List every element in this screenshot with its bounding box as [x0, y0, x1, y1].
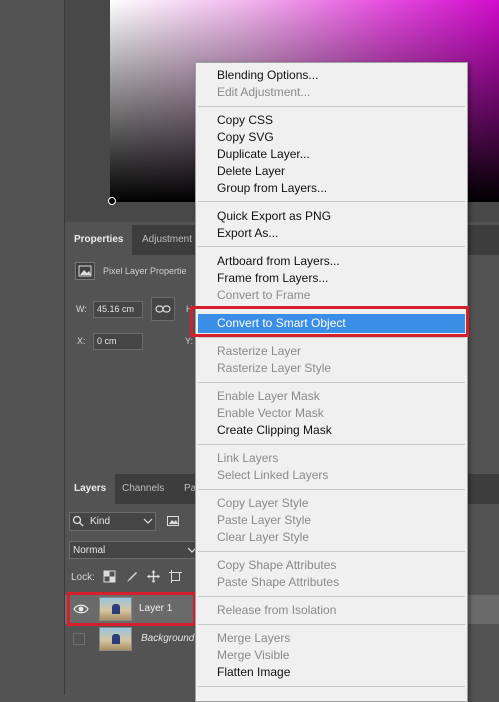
search-icon — [72, 515, 84, 527]
layer-context-menu: Blending Options... Edit Adjustment... C… — [195, 62, 468, 702]
y-label: Y: — [185, 336, 194, 346]
tab-properties[interactable]: Properties — [65, 225, 133, 255]
pixel-layer-properties-label: Pixel Layer Propertie — [103, 266, 187, 276]
menu-item-group-from-layers[interactable]: Group from Layers... — [217, 180, 327, 197]
menu-item-clear-layer-style[interactable]: Clear Layer Style — [217, 529, 309, 546]
menu-separator — [198, 686, 465, 687]
tab-layers[interactable]: Layers — [65, 474, 116, 504]
menu-item-enable-vector-mask[interactable]: Enable Vector Mask — [217, 405, 324, 422]
width-input[interactable]: 45.16 cm — [93, 301, 143, 318]
blend-mode-select[interactable]: Normal — [69, 541, 197, 559]
menu-item-merge-layers[interactable]: Merge Layers — [217, 630, 290, 647]
menu-item-create-clipping-mask[interactable]: Create Clipping Mask — [217, 422, 332, 439]
visibility-toggle-empty[interactable] — [73, 633, 85, 645]
chevron-down-icon — [143, 517, 153, 525]
menu-item-copy-shape-attributes[interactable]: Copy Shape Attributes — [217, 557, 336, 574]
menu-item-frame-from-layers[interactable]: Frame from Layers... — [217, 270, 328, 287]
menu-separator — [198, 201, 465, 202]
blend-mode-value: Normal — [73, 545, 106, 556]
lock-label: Lock: — [71, 572, 95, 583]
menu-separator — [198, 624, 465, 625]
menu-item-duplicate-layer[interactable]: Duplicate Layer... — [217, 146, 310, 163]
tab-channels[interactable]: Channels — [113, 474, 173, 504]
x-label: X: — [77, 336, 86, 346]
link-icon[interactable] — [151, 297, 175, 321]
filter-image-icon[interactable] — [166, 514, 180, 528]
menu-item-delete-layer[interactable]: Delete Layer — [217, 163, 285, 180]
menu-item-edit-adjustment[interactable]: Edit Adjustment... — [217, 84, 310, 101]
menu-item-quick-export-png[interactable]: Quick Export as PNG — [217, 208, 331, 225]
menu-separator — [198, 551, 465, 552]
lock-transparent-icon[interactable] — [103, 570, 116, 583]
menu-item-export-as[interactable]: Export As... — [217, 225, 278, 242]
menu-separator — [198, 382, 465, 383]
menu-item-merge-visible[interactable]: Merge Visible — [217, 647, 289, 664]
layer-thumbnail — [99, 627, 132, 651]
menu-item-copy-layer-style[interactable]: Copy Layer Style — [217, 495, 308, 512]
menu-item-copy-svg[interactable]: Copy SVG — [217, 129, 274, 146]
menu-item-select-linked-layers[interactable]: Select Linked Layers — [217, 467, 328, 484]
menu-separator — [198, 337, 465, 338]
lock-move-icon[interactable] — [147, 570, 160, 583]
menu-item-release-from-isolation[interactable]: Release from Isolation — [217, 602, 336, 619]
image-icon — [75, 262, 95, 280]
menu-item-rasterize-layer-style[interactable]: Rasterize Layer Style — [217, 360, 331, 377]
annotation-highlight-smart-object — [190, 306, 469, 337]
lock-artboard-icon[interactable] — [169, 570, 182, 583]
menu-item-paste-shape-attributes[interactable]: Paste Shape Attributes — [217, 574, 339, 591]
kind-filter-value: Kind — [90, 516, 111, 527]
menu-item-copy-css[interactable]: Copy CSS — [217, 112, 273, 129]
menu-item-flatten-image[interactable]: Flatten Image — [217, 664, 290, 681]
menu-separator — [198, 444, 465, 445]
menu-item-paste-layer-style[interactable]: Paste Layer Style — [217, 512, 311, 529]
menu-item-enable-layer-mask[interactable]: Enable Layer Mask — [217, 388, 320, 405]
menu-item-rasterize-layer[interactable]: Rasterize Layer — [217, 343, 301, 360]
menu-item-blending-options[interactable]: Blending Options... — [217, 67, 318, 84]
menu-separator — [198, 106, 465, 107]
menu-separator — [198, 596, 465, 597]
menu-item-convert-to-frame[interactable]: Convert to Frame — [217, 287, 310, 304]
left-tool-gutter — [0, 0, 65, 695]
lock-paint-icon[interactable] — [125, 570, 138, 583]
color-picker-handle[interactable] — [108, 197, 116, 205]
layer-name[interactable]: Background — [141, 633, 194, 644]
menu-item-link-layers[interactable]: Link Layers — [217, 450, 278, 467]
menu-separator — [198, 489, 465, 490]
menu-item-artboard-from-layers[interactable]: Artboard from Layers... — [217, 253, 340, 270]
tab-adjustments[interactable]: Adjustment — [133, 225, 201, 255]
x-input[interactable]: 0 cm — [93, 333, 143, 350]
menu-separator — [198, 246, 465, 247]
annotation-highlight-layer-1 — [67, 592, 196, 626]
width-label: W: — [76, 304, 87, 314]
